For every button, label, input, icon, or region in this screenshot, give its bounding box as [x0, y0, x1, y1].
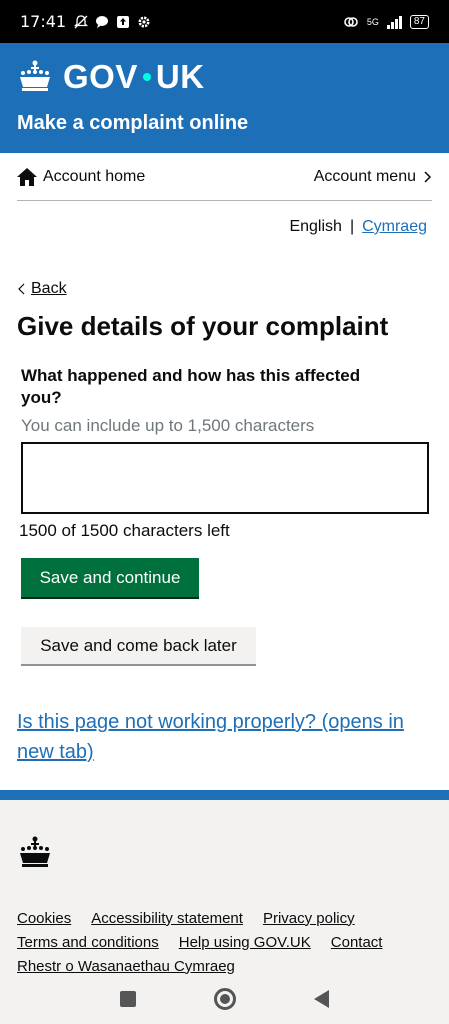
footer-link-terms[interactable]: Terms and conditions [17, 934, 159, 951]
chat-bubble-icon [96, 15, 109, 28]
home-icon [17, 167, 37, 186]
crown-icon [20, 836, 50, 867]
language-cymraeg-link[interactable]: Cymraeg [362, 218, 427, 236]
question-label: What happened and how has this affected … [21, 366, 361, 407]
character-count: 1500 of 1500 characters left [19, 521, 230, 540]
link-icon [344, 16, 358, 27]
footer-link-welsh-services[interactable]: Rhestr o Wasanaethau Cymraeg [17, 958, 235, 975]
home-button-icon[interactable] [214, 988, 236, 1010]
govuk-logo-link[interactable]: GOV UK [17, 58, 205, 96]
footer-link-contact[interactable]: Contact [331, 934, 383, 951]
account-nav: Account home Account menu [17, 153, 432, 201]
footer-links: Cookies Accessibility statement Privacy … [17, 906, 382, 978]
back-triangle-icon[interactable] [314, 990, 329, 1008]
network-label: 5G [366, 16, 379, 27]
question-hint: You can include up to 1,500 characters [21, 416, 315, 435]
battery-icon: 87 [409, 14, 429, 29]
back-label: Back [31, 280, 67, 297]
save-and-continue-button[interactable]: Save and continue [21, 558, 199, 597]
status-time: 17:41 [20, 12, 67, 31]
save-and-come-back-later-button[interactable]: Save and come back later [21, 627, 256, 664]
crown-icon [20, 60, 50, 91]
service-name[interactable]: Make a complaint online [17, 112, 248, 135]
footer-link-privacy[interactable]: Privacy policy [263, 910, 355, 927]
language-switcher: English | Cymraeg [289, 218, 427, 236]
system-nav-bar [0, 974, 449, 1024]
logo-dot [142, 73, 151, 81]
status-bar: 17:41 5G 87 [0, 0, 449, 43]
language-separator: | [349, 218, 355, 235]
footer-link-accessibility[interactable]: Accessibility statement [91, 910, 243, 927]
govuk-header: GOV UK Make a complaint online [0, 43, 449, 153]
back-link[interactable]: Back [17, 280, 67, 298]
battery-level: 87 [413, 15, 425, 27]
page-problem-link[interactable]: Is this page not working properly? (open… [17, 707, 432, 767]
govuk-logo-text: GOV UK [63, 58, 205, 95]
account-home-link[interactable]: Account home [17, 167, 146, 186]
signal-icon [386, 15, 402, 29]
complaint-details-textarea[interactable] [21, 442, 429, 514]
footer-link-help[interactable]: Help using GOV.UK [179, 934, 311, 951]
footer: Cookies Accessibility statement Privacy … [0, 790, 449, 975]
account-home-label: Account home [43, 167, 146, 185]
page-title: Give details of your complaint [17, 311, 389, 341]
account-menu-label: Account menu [313, 167, 416, 185]
settings-gear-icon [138, 16, 150, 27]
upload-icon [117, 15, 130, 28]
language-current: English [289, 218, 342, 235]
chevron-left-icon [18, 283, 25, 295]
footer-link-cookies[interactable]: Cookies [17, 910, 71, 927]
notifications-off-icon [74, 14, 89, 28]
recent-apps-icon[interactable] [120, 991, 136, 1007]
chevron-right-icon [424, 170, 432, 183]
account-menu-button[interactable]: Account menu [314, 168, 432, 186]
